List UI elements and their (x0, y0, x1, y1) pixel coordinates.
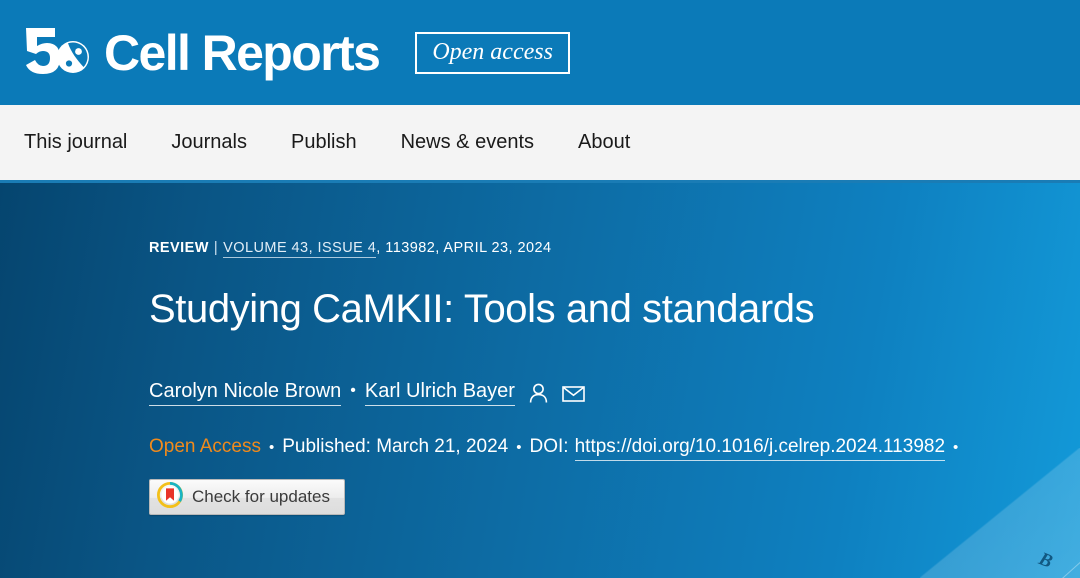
author-link-second[interactable]: Karl Ulrich Bayer (364, 380, 515, 407)
cell-press-50-logo-icon[interactable] (22, 23, 90, 83)
published-date: Published: March 21, 2024 (282, 436, 509, 458)
pub-separator-1: • (268, 439, 275, 457)
check-for-updates-button[interactable]: Check for updates (149, 479, 345, 516)
article-meta-line: REVIEW | VOLUME 43, ISSUE 4, 113982, APRIL… (149, 240, 1049, 258)
article-hero-banner: B REVIEW | VOLUME 43, ISSUE 4, 113982, APR… (0, 183, 1080, 578)
meta-separator: | (213, 240, 219, 256)
primary-navigation: This journal Journals Publish News & eve… (0, 105, 1080, 183)
brand-block[interactable]: Cell Reports (22, 23, 381, 83)
nav-item-news-events[interactable]: News & events (401, 131, 534, 154)
author-separator: • (350, 382, 356, 400)
doi-link[interactable]: https://doi.org/10.1016/j.celrep.2024.11… (574, 436, 946, 462)
open-access-link[interactable]: Open Access (149, 436, 261, 458)
hero-content: REVIEW | VOLUME 43, ISSUE 4, 113982, APRIL… (149, 183, 1049, 516)
article-meta-rest: , 113982, APRIL 23, 2024 (376, 240, 552, 256)
authors-line: Carolyn Nicole Brown • Karl Ulrich Bayer (149, 380, 1049, 407)
nav-item-this-journal[interactable]: This journal (24, 131, 127, 154)
pub-separator-3: • (953, 439, 959, 457)
publication-line: Open Access • Published: March 21, 2024 … (149, 436, 1049, 462)
author-profile-icon[interactable] (529, 383, 548, 404)
author-email-icon[interactable] (562, 384, 585, 403)
corner-diagonal-line (946, 555, 1080, 578)
article-header-page: Cell Reports Open access This journal Jo… (0, 0, 1080, 578)
doi-label: DOI: (529, 436, 569, 458)
corner-glyph: B (1036, 548, 1056, 573)
article-type-label: REVIEW (149, 240, 209, 256)
issue-link[interactable]: VOLUME 43, ISSUE 4 (223, 240, 377, 258)
check-for-updates-label: Check for updates (192, 487, 330, 507)
journal-title[interactable]: Cell Reports (104, 28, 381, 78)
nav-item-publish[interactable]: Publish (291, 131, 357, 154)
nav-item-journals[interactable]: Journals (171, 131, 247, 154)
article-title: Studying CaMKII: Tools and standards (149, 287, 815, 331)
nav-item-about[interactable]: About (578, 131, 630, 154)
crossmark-icon (156, 481, 184, 513)
site-masthead: Cell Reports Open access (0, 0, 1080, 105)
author-link-first[interactable]: Carolyn Nicole Brown (149, 380, 342, 407)
open-access-badge: Open access (415, 31, 570, 74)
pub-separator-2: • (516, 439, 522, 457)
